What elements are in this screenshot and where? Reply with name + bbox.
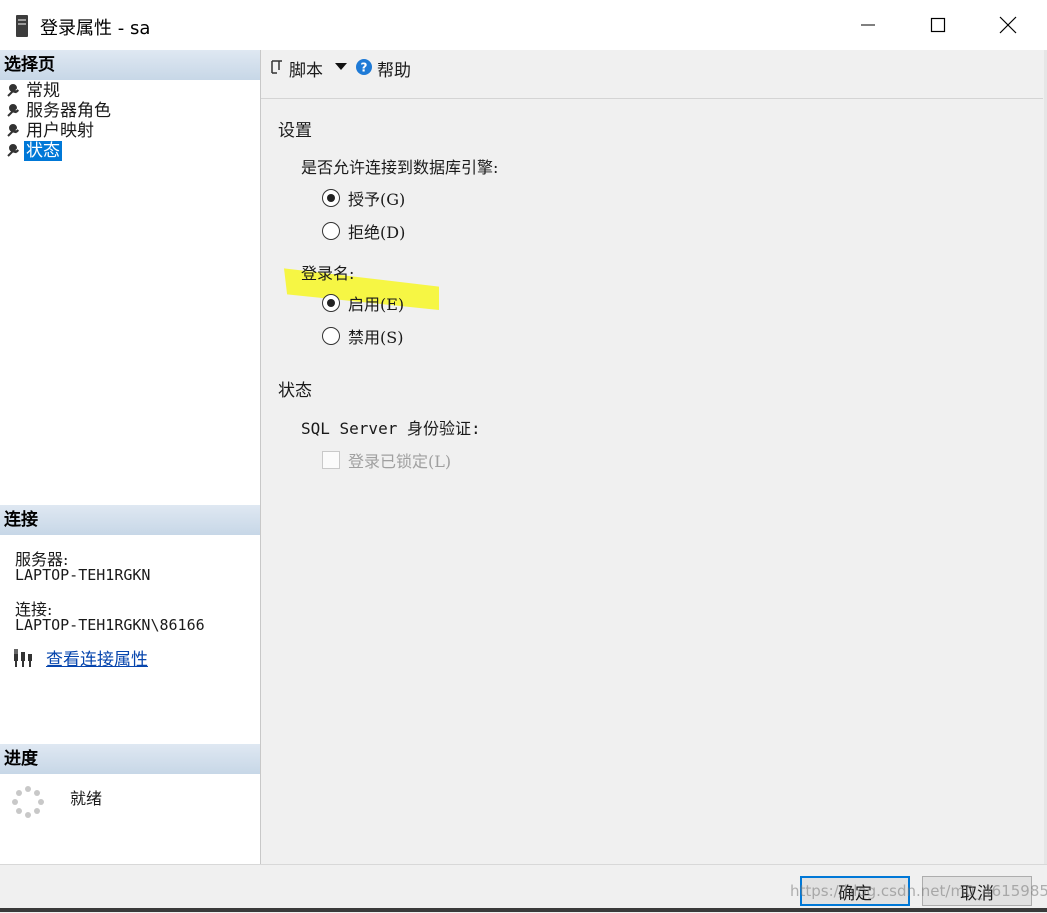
help-icon[interactable]: ?	[355, 58, 373, 76]
login-title: 登录名:	[301, 264, 355, 283]
script-icon[interactable]	[269, 58, 285, 76]
wrench-icon	[7, 124, 19, 137]
radio-indicator[interactable]	[322, 294, 340, 312]
page-item-label: 服务器角色	[26, 101, 111, 121]
progress-status: 就绪	[70, 789, 103, 808]
page-item-label: 常规	[26, 81, 60, 101]
connection-properties-icon	[14, 649, 32, 667]
status-group-title: 状态	[278, 381, 312, 401]
progress-spinner-icon	[12, 786, 44, 818]
server-icon	[16, 15, 28, 37]
connection-header: 连接	[0, 505, 260, 535]
page-item-status[interactable]: 状态	[6, 141, 62, 161]
radio-indicator[interactable]	[322, 189, 340, 207]
sql-auth-label: SQL Server 身份验证:	[301, 419, 481, 438]
login-locked-label: 登录已锁定(L)	[348, 452, 452, 471]
grant-radio-label: 授予(G)	[348, 190, 406, 209]
left-pane	[0, 50, 261, 864]
help-button[interactable]: 帮助	[377, 56, 411, 81]
minimize-button[interactable]	[833, 0, 903, 50]
connection-value: LAPTOP-TEH1RGKN\86166	[15, 616, 205, 634]
db-engine-question: 是否允许连接到数据库引擎:	[301, 158, 499, 177]
disable-radio-label: 禁用(S)	[348, 328, 404, 347]
server-value: LAPTOP-TEH1RGKN	[15, 566, 151, 584]
page-item-general[interactable]: 常规	[6, 81, 62, 101]
enable-radio[interactable]: 启用(E)	[322, 291, 404, 315]
wrench-icon	[7, 84, 19, 97]
close-button[interactable]	[973, 0, 1043, 50]
page-item-label: 用户映射	[26, 121, 94, 141]
script-button[interactable]: 脚本	[289, 56, 323, 81]
radio-indicator[interactable]	[322, 222, 340, 240]
deny-radio-label: 拒绝(D)	[348, 223, 406, 242]
taskbar-edge	[0, 908, 1047, 912]
settings-group-title: 设置	[278, 121, 312, 141]
watermark: https://blog.csdn.net/m0_46159850	[790, 882, 1047, 900]
login-locked-checkbox[interactable]: 登录已锁定(L)	[322, 448, 451, 472]
page-item-user-mapping[interactable]: 用户映射	[6, 121, 96, 141]
window-title: 登录属性 - sa	[40, 18, 151, 39]
maximize-icon	[930, 17, 946, 33]
progress-header: 进度	[0, 744, 260, 774]
maximize-button[interactable]	[903, 0, 973, 50]
enable-radio-label: 启用(E)	[348, 295, 405, 314]
grant-radio[interactable]: 授予(G)	[322, 186, 405, 210]
select-page-header: 选择页	[0, 50, 260, 80]
disable-radio[interactable]: 禁用(S)	[322, 324, 403, 348]
wrench-icon	[7, 144, 19, 157]
view-connection-properties-link[interactable]: 查看连接属性	[46, 645, 148, 670]
checkbox-box[interactable]	[322, 451, 340, 469]
wrench-icon	[7, 104, 19, 117]
svg-text:?: ?	[361, 61, 368, 75]
chevron-down-icon[interactable]	[334, 62, 348, 72]
page-item-label: 状态	[24, 141, 62, 161]
radio-indicator[interactable]	[322, 327, 340, 345]
page-item-server-roles[interactable]: 服务器角色	[6, 101, 113, 121]
close-icon	[999, 16, 1017, 34]
minimize-icon	[861, 24, 875, 26]
deny-radio[interactable]: 拒绝(D)	[322, 219, 405, 243]
